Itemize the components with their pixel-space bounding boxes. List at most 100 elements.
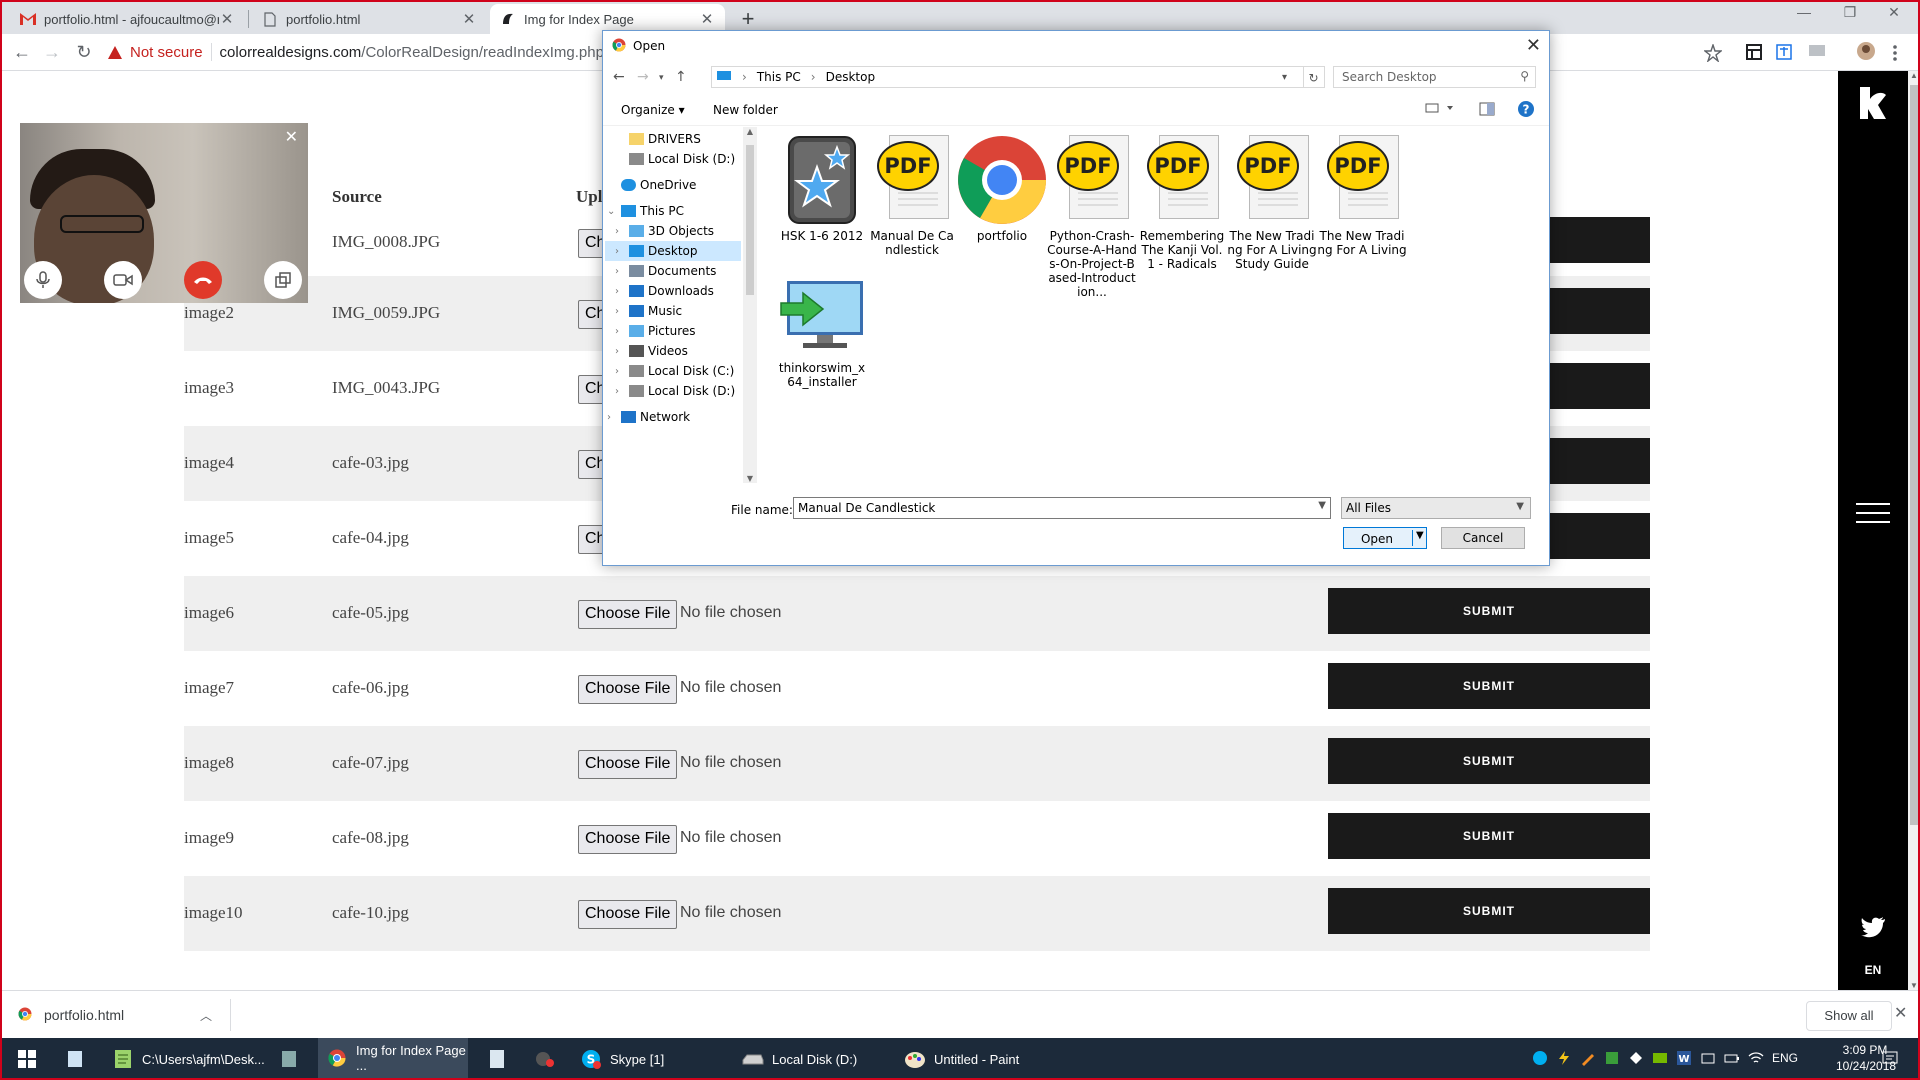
cast-icon[interactable]: [1808, 44, 1826, 60]
hangup-icon[interactable]: [184, 261, 222, 299]
submit-button[interactable]: SUBMIT: [1328, 738, 1650, 784]
close-icon[interactable]: ✕: [1526, 35, 1541, 56]
wifi-icon[interactable]: [1748, 1050, 1764, 1066]
window-close-icon[interactable]: ✕: [1876, 4, 1912, 21]
file-type-select[interactable]: All Files ▼: [1341, 497, 1531, 519]
help-icon[interactable]: ?: [1517, 100, 1535, 121]
nav-item[interactable]: › Local Disk (D:): [605, 381, 741, 401]
taskbar-item-active[interactable]: Img for Index Page ...: [318, 1038, 468, 1080]
site-logo[interactable]: [1858, 85, 1888, 121]
close-icon[interactable]: ✕: [285, 127, 298, 147]
nav-item[interactable]: Local Disk (D:): [605, 149, 741, 169]
translate-icon[interactable]: [1776, 44, 1794, 60]
navigation-scrollbar[interactable]: ▲ ▼: [743, 127, 757, 483]
choose-file-button[interactable]: Choose File: [578, 750, 678, 779]
nav-item[interactable]: › Network: [605, 407, 741, 427]
breadcrumb[interactable]: › This PC › Desktop ▾: [711, 66, 1304, 88]
show-all-button[interactable]: Show all: [1806, 1001, 1892, 1031]
file-item[interactable]: HSK 1-6 2012: [777, 135, 867, 243]
chevron-down-icon[interactable]: ▼: [1318, 500, 1326, 511]
tab-gmail[interactable]: portfolio.html - ajfoucaultmo@m ✕: [10, 4, 245, 34]
nav-item[interactable]: ⌄ This PC: [605, 201, 741, 221]
tray-nvidia-icon[interactable]: [1652, 1050, 1668, 1066]
chevron-right-icon[interactable]: ›: [615, 286, 625, 297]
up-icon[interactable]: ↑: [675, 69, 687, 85]
chevron-right-icon[interactable]: ›: [615, 366, 625, 377]
language-switch[interactable]: EN: [1838, 963, 1908, 977]
twitter-icon[interactable]: [1860, 916, 1886, 938]
taskbar-item[interactable]: Local Disk (D:): [734, 1038, 874, 1080]
submit-button[interactable]: SUBMIT: [1328, 813, 1650, 859]
tray-word-icon[interactable]: W: [1676, 1050, 1692, 1066]
scroll-up-icon[interactable]: ▲: [743, 127, 757, 136]
forward-icon[interactable]: →: [40, 40, 64, 64]
choose-file-button[interactable]: Choose File: [578, 825, 678, 854]
chevron-right-icon[interactable]: ›: [615, 266, 625, 277]
back-icon[interactable]: ←: [613, 69, 625, 85]
choose-file-button[interactable]: Choose File: [578, 900, 678, 929]
scroll-thumb[interactable]: [746, 145, 754, 295]
taskbar-item[interactable]: Untitled - Paint: [896, 1038, 1036, 1080]
nav-item[interactable]: › Documents: [605, 261, 741, 281]
tray-app-icon[interactable]: [1604, 1050, 1620, 1066]
file-item[interactable]: PDF Remembering The Kanji Vol. 1 - Radica…: [1137, 135, 1227, 271]
tab-portfolio[interactable]: portfolio.html ✕: [252, 4, 487, 34]
file-name-input[interactable]: Manual De Candlestick ▼: [793, 497, 1331, 519]
chevron-right-icon[interactable]: ›: [615, 226, 625, 237]
battery-icon[interactable]: [1724, 1050, 1740, 1066]
back-icon[interactable]: ←: [10, 40, 34, 64]
close-icon[interactable]: ✕: [219, 10, 235, 28]
menu-icon[interactable]: [1856, 503, 1890, 530]
star-icon[interactable]: [1703, 42, 1723, 64]
extension-grid-icon[interactable]: [1746, 44, 1764, 60]
tray-app-icon[interactable]: [1700, 1050, 1716, 1066]
submit-button[interactable]: SUBMIT: [1328, 888, 1650, 934]
close-icon[interactable]: ✕: [699, 10, 715, 28]
microphone-icon[interactable]: [24, 261, 62, 299]
file-item[interactable]: PDF Manual De Candlestick: [867, 135, 957, 257]
tray-skype-icon[interactable]: [1532, 1050, 1548, 1066]
file-item[interactable]: thinkorswim_x64_installer: [777, 277, 867, 389]
profile-avatar[interactable]: [1856, 41, 1875, 60]
organize-button[interactable]: Organize ▾: [621, 103, 685, 117]
taskbar-app[interactable]: [270, 1038, 310, 1080]
new-tab-button[interactable]: +: [736, 6, 760, 32]
file-item[interactable]: PDF The New Trading For A Living Study Gu…: [1227, 135, 1317, 271]
close-icon[interactable]: ✕: [461, 10, 477, 28]
chevron-right-icon[interactable]: ›: [615, 386, 625, 397]
file-item[interactable]: PDF The New Trading For A Living: [1317, 135, 1407, 257]
chevron-down-icon[interactable]: ▾: [1282, 72, 1287, 83]
nav-item[interactable]: › Local Disk (C:): [605, 361, 741, 381]
nav-item[interactable]: › Music: [605, 301, 741, 321]
tray-tool-icon[interactable]: [1580, 1050, 1596, 1066]
page-scrollbar[interactable]: ▲ ▼: [1908, 71, 1920, 990]
tray-lightning-icon[interactable]: [1556, 1050, 1572, 1066]
taskbar-app[interactable]: [56, 1038, 98, 1080]
file-item[interactable]: PDF Python-Crash-Course-A-Hands-On-Projec…: [1047, 135, 1137, 299]
chevron-up-icon[interactable]: ︿: [200, 1007, 212, 1024]
cancel-button[interactable]: Cancel: [1441, 527, 1525, 549]
chevron-right-icon[interactable]: ›: [615, 326, 625, 337]
start-button[interactable]: [8, 1038, 44, 1080]
more-icon[interactable]: [1892, 44, 1910, 61]
video-call-window[interactable]: ✕: [20, 123, 308, 303]
nav-item[interactable]: › Desktop: [605, 241, 741, 261]
preview-pane-icon[interactable]: [1479, 102, 1495, 119]
chevron-right-icon[interactable]: ›: [607, 412, 617, 423]
chevron-down-icon[interactable]: ▼: [1416, 530, 1424, 541]
search-input[interactable]: Search Desktop ⚲: [1333, 66, 1536, 88]
taskbar-app[interactable]: [478, 1038, 518, 1080]
restore-icon[interactable]: ❐: [1832, 4, 1868, 21]
nav-item[interactable]: OneDrive: [605, 175, 741, 195]
scroll-thumb[interactable]: [1910, 85, 1918, 825]
chevron-right-icon[interactable]: ›: [615, 246, 625, 257]
minimize-icon[interactable]: —: [1786, 4, 1822, 20]
submit-button[interactable]: SUBMIT: [1328, 588, 1650, 634]
nav-item[interactable]: › Pictures: [605, 321, 741, 341]
camera-icon[interactable]: [104, 261, 142, 299]
nav-item[interactable]: › Downloads: [605, 281, 741, 301]
taskbar-item[interactable]: S Skype [1]: [572, 1038, 692, 1080]
download-item[interactable]: portfolio.html ︿: [18, 1003, 218, 1027]
nav-item[interactable]: › Videos: [605, 341, 741, 361]
taskbar-app[interactable]: [526, 1038, 566, 1080]
